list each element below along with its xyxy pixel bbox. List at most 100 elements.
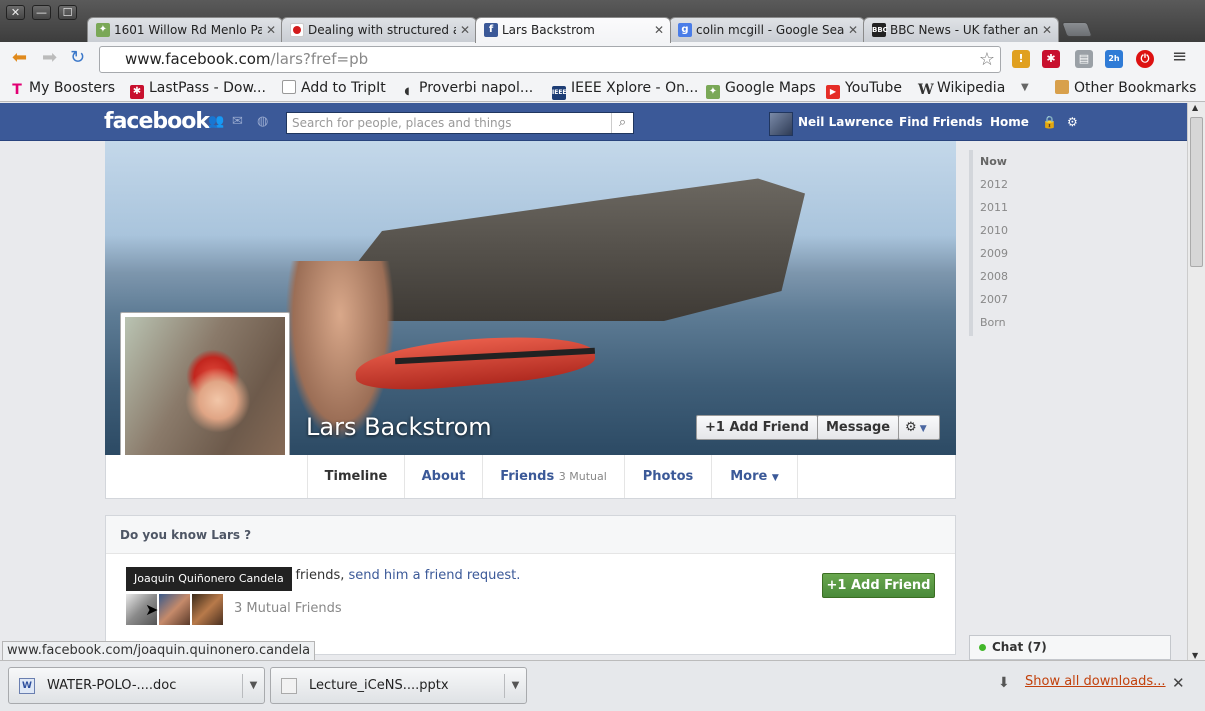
close-tab-icon[interactable]: ✕: [460, 18, 470, 42]
do-you-know-heading: Do you know Lars ?: [106, 516, 955, 554]
url-domain: www.facebook.com: [125, 50, 271, 68]
scroll-up-arrow-icon[interactable]: ▲: [1192, 103, 1198, 112]
extension-icon[interactable]: !: [1012, 50, 1030, 68]
scrollbar-thumb[interactable]: [1190, 117, 1203, 267]
search-placeholder: Search for people, places and things: [292, 116, 512, 130]
vertical-scrollbar[interactable]: ▲ ▼: [1187, 103, 1205, 660]
avatar[interactable]: [769, 112, 793, 136]
download-item[interactable]: P Lecture_iCeNS....pptx ▼: [270, 667, 527, 704]
timeline-year[interactable]: 2009: [980, 247, 1008, 260]
bookmark-my-boosters[interactable]: T My Boosters: [10, 78, 115, 98]
maps-icon: ✦: [96, 23, 110, 37]
close-downloads-icon[interactable]: ✕: [1172, 674, 1185, 692]
tab-lars-backstrom[interactable]: f Lars Backstrom ✕: [475, 17, 671, 43]
show-all-downloads-link[interactable]: Show all downloads...: [1025, 674, 1166, 689]
do-you-know-text: th friends, send him a friend request.: [278, 568, 520, 583]
facebook-logo[interactable]: facebook: [104, 109, 210, 134]
tab-about[interactable]: About: [404, 455, 482, 498]
back-arrow-icon[interactable]: ⬅: [12, 48, 27, 68]
menu-icon[interactable]: ≡: [1172, 47, 1187, 67]
tab-maps[interactable]: ✦ 1601 Willow Rd Menlo Pa ✕: [87, 17, 283, 43]
timeline-year[interactable]: 2012: [980, 178, 1008, 191]
bookmark-tripit[interactable]: Add to TripIt: [282, 78, 386, 98]
mutual-friends-count[interactable]: 3 Mutual Friends: [234, 601, 342, 616]
find-friends-link[interactable]: Find Friends: [899, 115, 983, 129]
tab-timeline[interactable]: Timeline: [307, 455, 404, 498]
timeline-year[interactable]: 2010: [980, 224, 1008, 237]
extension-icon[interactable]: ▤: [1075, 50, 1093, 68]
tab-bbc-news[interactable]: BBC BBC News - UK father and ✕: [863, 17, 1059, 43]
google-icon: g: [678, 23, 692, 37]
lastpass-icon[interactable]: ✱: [1042, 50, 1060, 68]
close-tab-icon[interactable]: ✕: [848, 18, 858, 42]
tab-friends[interactable]: Friends 3 Mutual: [482, 455, 624, 498]
chevron-down-icon[interactable]: ▼: [504, 674, 526, 698]
notifications-globe-icon[interactable]: ◍: [257, 115, 273, 129]
user-name-link[interactable]: Neil Lawrence: [798, 115, 893, 129]
timeline-year[interactable]: 2011: [980, 201, 1008, 214]
power-icon[interactable]: ⏻: [1136, 50, 1154, 68]
scroll-down-arrow-icon[interactable]: ▼: [1192, 651, 1198, 660]
bookmark-label: Proverbi napol...: [419, 80, 534, 96]
reload-icon[interactable]: ↻: [70, 48, 85, 68]
add-friend-green-button[interactable]: +1 Add Friend: [822, 573, 935, 598]
home-link[interactable]: Home: [990, 115, 1029, 129]
friend-requests-icon[interactable]: 👥: [208, 115, 224, 129]
add-friend-label: Add Friend: [850, 578, 931, 593]
calendar-icon[interactable]: 2h: [1105, 50, 1123, 68]
forward-arrow-icon[interactable]: ➡: [42, 48, 57, 68]
bookmark-label: My Boosters: [29, 80, 115, 96]
bookmark-star-icon[interactable]: ☆: [979, 47, 995, 72]
maximize-window-button[interactable]: ☐: [58, 5, 77, 20]
search-input[interactable]: Search for people, places and things ⌕: [286, 112, 634, 134]
close-tab-icon[interactable]: ✕: [1042, 18, 1052, 42]
profile-name[interactable]: Lars Backstrom: [306, 413, 492, 441]
gear-icon[interactable]: ⚙: [1067, 115, 1078, 129]
shipwreck-image: [335, 178, 805, 321]
tab-dealing[interactable]: Dealing with structured a ✕: [281, 17, 477, 43]
new-tab-button[interactable]: [1061, 22, 1093, 37]
bookmark-wikipedia[interactable]: W Wikipedia: [918, 78, 1005, 98]
bookmark-proverbi[interactable]: ◖ Proverbi napol...: [400, 78, 533, 98]
tab-title: Dealing with structured a: [308, 23, 456, 37]
close-tab-icon[interactable]: ✕: [266, 18, 276, 42]
timeline-year[interactable]: 2007: [980, 293, 1008, 306]
close-window-button[interactable]: ✕: [6, 5, 25, 20]
browser-toolbar: ⬅ ➡ ↻ www.facebook.com/lars?fref=pb ☆ ! …: [0, 42, 1205, 74]
download-item[interactable]: W WATER-POLO-....doc ▼: [8, 667, 265, 704]
close-tab-icon[interactable]: ✕: [654, 18, 664, 42]
mutual-friend-thumb[interactable]: [192, 594, 223, 625]
facebook-page: facebook 👥 ✉ ◍ Search for people, places…: [0, 103, 1187, 660]
tooltip: Joaquin Quiñonero Candela: [126, 567, 292, 591]
address-bar[interactable]: www.facebook.com/lars?fref=pb ☆: [99, 46, 1001, 73]
bookmark-ieee-xplore[interactable]: IEEE IEEE Xplore - On...: [552, 78, 698, 100]
message-label: Message: [826, 420, 891, 435]
add-friend-button[interactable]: +1 Add Friend: [696, 415, 818, 440]
messages-icon[interactable]: ✉: [232, 115, 248, 129]
tab-more[interactable]: More ▼: [711, 455, 798, 498]
mutual-friend-thumb[interactable]: [159, 594, 190, 625]
timeline-year[interactable]: Born: [980, 316, 1006, 329]
minimize-window-button[interactable]: —: [32, 5, 51, 20]
mouse-cursor-icon: ➤: [145, 600, 159, 619]
profile-tabs: Timeline About Friends 3 Mutual Photos M…: [105, 455, 956, 499]
bookmark-label: Google Maps: [725, 80, 816, 96]
timeline-year[interactable]: 2008: [980, 270, 1008, 283]
send-friend-request-link[interactable]: send him a friend request.: [349, 568, 521, 583]
privacy-shortcuts-icon[interactable]: 🔒: [1042, 115, 1057, 129]
chevron-down-icon[interactable]: ▼: [242, 674, 264, 698]
timeline-year[interactable]: Now: [980, 155, 1007, 168]
bookmark-youtube[interactable]: ▶ YouTube: [826, 78, 902, 99]
chat-sidebar-tab[interactable]: Chat (7): [969, 635, 1171, 660]
gear-dropdown-button[interactable]: ⚙ ▼: [898, 415, 940, 440]
message-button[interactable]: Message: [817, 415, 900, 440]
bookmark-google-maps[interactable]: ✦ Google Maps: [706, 78, 816, 99]
bookmark-lastpass[interactable]: ✱ LastPass - Dow...: [130, 78, 266, 99]
tab-google-search[interactable]: g colin mcgill - Google Searc ✕: [669, 17, 865, 43]
bookmark-other-bookmarks[interactable]: Other Bookmarks: [1055, 78, 1196, 98]
search-icon[interactable]: ⌕: [611, 113, 633, 133]
tab-photos[interactable]: Photos: [624, 455, 711, 498]
bookmark-label: LastPass - Dow...: [149, 80, 266, 96]
bookmarks-overflow-chevron-icon[interactable]: ▼: [1021, 78, 1029, 98]
word-document-icon: W: [19, 678, 35, 694]
